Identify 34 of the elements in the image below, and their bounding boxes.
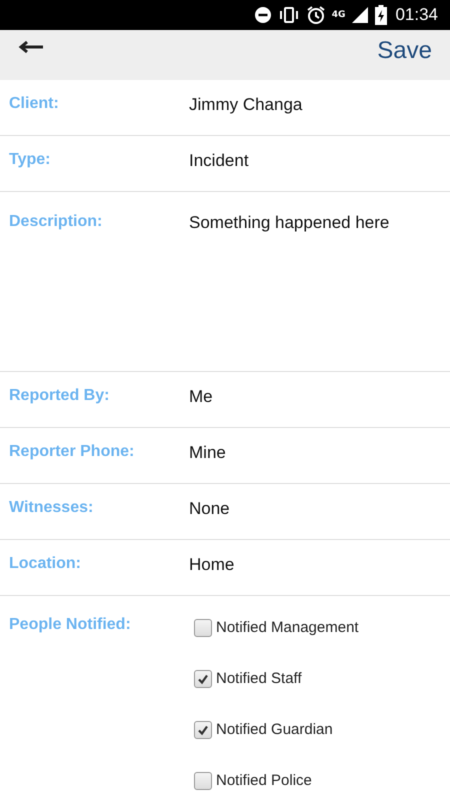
checkbox[interactable]	[194, 720, 212, 738]
field-value[interactable]: Jimmy Changa	[189, 95, 302, 135]
signal-icon	[351, 6, 370, 24]
field-value[interactable]: Incident	[189, 151, 249, 191]
checkmark-icon	[197, 724, 209, 736]
checkbox-label[interactable]: Notified Staff	[216, 670, 302, 687]
field-label: People Notified:	[8, 616, 132, 635]
do-not-disturb-icon	[254, 6, 272, 24]
battery-charging-icon	[375, 5, 388, 25]
field-value[interactable]: Home	[189, 555, 234, 595]
checkbox[interactable]	[194, 772, 212, 790]
save-button[interactable]: Save	[377, 37, 432, 65]
field-label: Reporter Phone:	[8, 443, 136, 462]
field-label: Reported By:	[8, 387, 110, 406]
checkbox-label[interactable]: Notified Management	[216, 619, 359, 636]
field-label: Type:	[8, 151, 52, 170]
checkbox-label[interactable]: Notified Guardian	[216, 721, 333, 738]
checkbox-label[interactable]: Notified Police	[216, 772, 312, 789]
checkmark-icon	[197, 672, 209, 684]
back-arrow-icon[interactable]	[18, 40, 44, 54]
field-label: Location:	[8, 555, 82, 574]
checkbox[interactable]	[194, 670, 212, 688]
alarm-icon	[306, 5, 326, 25]
vibrate-icon	[278, 6, 300, 24]
field-label: Client:	[8, 95, 60, 114]
field-value[interactable]: Mine	[189, 443, 226, 483]
network-type: 4G	[332, 10, 346, 20]
clock-time: 01:34	[395, 5, 438, 25]
field-value[interactable]: None	[189, 499, 230, 539]
field-label: Description:	[8, 213, 104, 232]
field-value[interactable]: Me	[189, 387, 213, 427]
checkbox[interactable]	[194, 618, 212, 636]
field-label: Witnesses:	[8, 499, 94, 518]
description-value[interactable]: Something happened here	[189, 213, 390, 371]
